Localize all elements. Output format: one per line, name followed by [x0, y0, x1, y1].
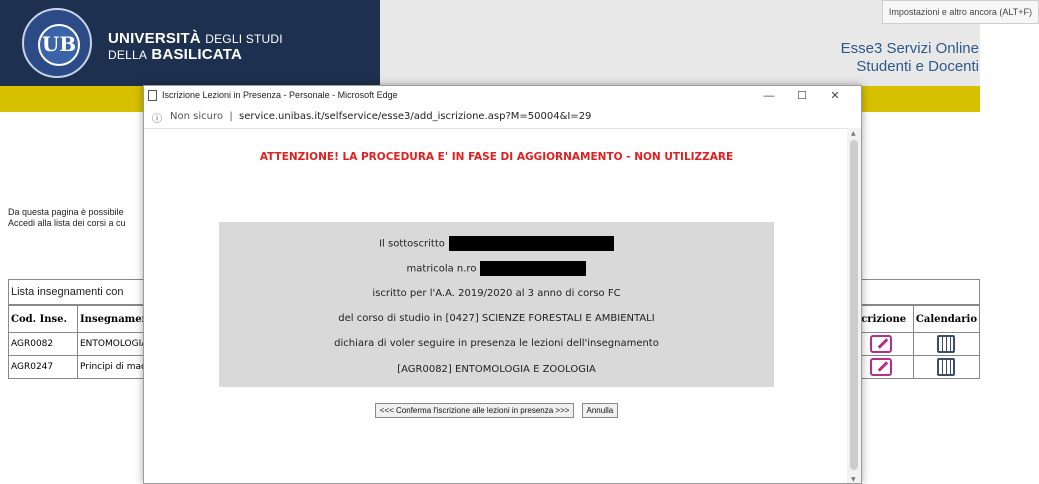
intro-text: Da questa pagina è possibile Accedi alla… [8, 207, 126, 229]
uni-line1-light: DEGLI STUDI [205, 32, 283, 46]
declaration-box: Il sottoscritto matricola n.ro iscritto … [219, 222, 774, 387]
scroll-thumb[interactable] [850, 140, 858, 470]
settings-tooltip: Impostazioni e altro ancora (ALT+F) [881, 0, 1039, 24]
address-separator: | [229, 111, 233, 122]
maximize-button[interactable]: ☐ [788, 87, 816, 105]
edit-pencil-icon[interactable] [869, 335, 892, 353]
declaration-line-1: Il sottoscritto [219, 236, 774, 251]
address-bar[interactable]: ⓘ Non sicuro | service.unibas.it/selfser… [144, 106, 861, 129]
service-title: Esse3 Servizi Online Studenti e Docenti [841, 40, 979, 76]
edit-pencil-icon[interactable] [869, 358, 892, 376]
intro-line1: Da questa pagina è possibile [8, 207, 124, 217]
university-name: UNIVERSITÀ DEGLI STUDI DELLA BASILICATA [108, 31, 283, 63]
not-secure-label: Non sicuro [170, 111, 223, 122]
page-icon [148, 90, 157, 101]
minimize-button[interactable]: — [755, 87, 783, 105]
close-button[interactable]: ✕ [821, 87, 849, 105]
scroll-up-arrow-icon[interactable]: ▲ [851, 130, 856, 137]
col-header-code: Cod. Inse. [8, 305, 78, 333]
row-code: AGR0247 [8, 355, 78, 379]
intro-line2: Accedi alla lista dei corsi a cu [8, 218, 126, 228]
confirm-button[interactable]: <<< Conferma l'iscrizione alle lezioni i… [374, 403, 575, 418]
info-icon[interactable]: ⓘ [152, 110, 162, 125]
vertical-scrollbar[interactable]: ▲ ▼ [847, 128, 861, 483]
uni-line1-bold: UNIVERSITÀ [108, 30, 201, 47]
popup-content: ATTENZIONE! LA PROCEDURA E' IN FASE DI A… [144, 128, 849, 483]
declaration-line-6: [AGR0082] ENTOMOLOGIA E ZOOLOGIA [397, 364, 596, 375]
popup-window: Iscrizione Lezioni in Presenza - Persona… [143, 85, 862, 484]
sottoscritto-label: Il sottoscritto [379, 238, 445, 250]
calendario-cell [912, 332, 981, 356]
declaration-line-2: matricola n.ro [219, 261, 774, 276]
service-line1: Esse3 Servizi Online [840, 40, 979, 57]
uni-line2-light: DELLA [108, 48, 148, 62]
url-text[interactable]: service.unibas.it/selfservice/esse3/add_… [239, 111, 591, 122]
cancel-button[interactable]: Annulla [581, 403, 619, 418]
scroll-down-arrow-icon[interactable]: ▼ [851, 476, 856, 483]
col-header-calendario: Calendario [912, 305, 981, 333]
redacted-name [448, 236, 614, 251]
matricola-label: matricola n.ro [406, 263, 477, 275]
calendario-cell [912, 355, 981, 379]
action-buttons: <<< Conferma l'iscrizione alle lezioni i… [144, 398, 849, 418]
address-text: Non sicuro | service.unibas.it/selfservi… [170, 111, 591, 122]
calendar-icon[interactable] [937, 358, 956, 376]
university-seal-logo[interactable]: UB [22, 8, 92, 78]
declaration-line-4: del corso di studio in [0427] SCIENZE FO… [338, 313, 655, 324]
header-diagonal [330, 0, 380, 86]
calendar-icon[interactable] [937, 335, 956, 353]
declaration-line-3: iscritto per l'A.A. 2019/2020 al 3 anno … [372, 288, 621, 299]
row-code: AGR0082 [8, 332, 78, 356]
service-line2: Studenti e Docenti [856, 58, 979, 75]
uni-line2-bold: BASILICATA [151, 46, 243, 63]
warning-message: ATTENZIONE! LA PROCEDURA E' IN FASE DI A… [259, 151, 734, 163]
popup-title: Iscrizione Lezioni in Presenza - Persona… [162, 90, 398, 100]
seal-letter: UB [38, 24, 80, 66]
declaration-line-5: dichiara di voler seguire in presenza le… [334, 338, 659, 349]
popup-titlebar[interactable]: Iscrizione Lezioni in Presenza - Persona… [144, 86, 861, 106]
redacted-matricola [480, 261, 587, 276]
